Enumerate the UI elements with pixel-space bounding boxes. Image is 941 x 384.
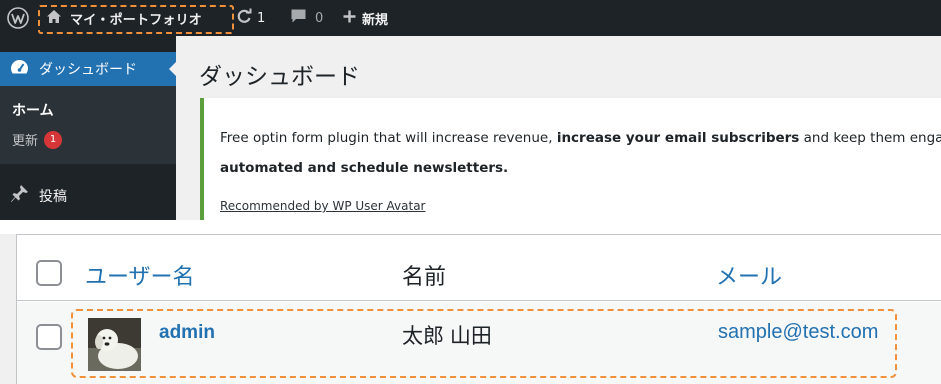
page-title: ダッシュボード [199, 64, 360, 90]
updates-count-badge: 1 [44, 130, 63, 149]
panel-separator [0, 220, 941, 234]
row-checkbox[interactable] [36, 324, 62, 350]
table-header: ユーザー名 名前 メール [17, 235, 941, 301]
submenu-item-home[interactable]: ホーム [12, 100, 54, 120]
pushpin-icon [10, 184, 29, 207]
column-header-name: 名前 [402, 264, 447, 289]
refresh-icon [236, 8, 252, 28]
plugin-notice: Free optin form plugin that will increas… [200, 98, 941, 220]
notice-line-1: Free optin form plugin that will increas… [220, 130, 941, 146]
site-name-highlight-frame [38, 5, 234, 34]
admin-bar: マイ・ポートフォリオ 1 0 新規 [0, 0, 941, 36]
select-all-checkbox[interactable] [36, 260, 62, 286]
updates-link[interactable]: 1 [236, 0, 265, 36]
posts-label: 投稿 [39, 188, 67, 205]
submenu-item-updates[interactable]: 更新 1 [12, 130, 63, 149]
updates-count: 1 [257, 10, 266, 26]
wp-admin-panel: マイ・ポートフォリオ 1 0 新規 ダッシュボード ホーム 更新 1 投稿 ダッ… [0, 0, 941, 220]
column-header-username[interactable]: ユーザー名 [85, 259, 195, 291]
dashboard-label: ダッシュボード [39, 62, 137, 78]
admin-sidebar: ダッシュボード ホーム 更新 1 投稿 [0, 36, 177, 220]
notice-recommended-link[interactable]: Recommended by WP User Avatar [220, 199, 426, 213]
plus-icon [343, 10, 356, 27]
dashboard-gauge-icon [10, 59, 29, 79]
menu-item-dashboard[interactable]: ダッシュボード [0, 52, 177, 86]
dashboard-submenu: ホーム 更新 1 [0, 86, 176, 164]
new-content-label: 新規 [362, 12, 389, 28]
notice-line-2: automated and schedule newsletters. [220, 160, 509, 176]
comment-bubble-icon [290, 8, 307, 28]
notice-text-end: and keep them engaged [803, 130, 941, 146]
user-row-highlight-frame [71, 309, 897, 378]
notice-text-bold: increase your email subscribers [556, 130, 800, 146]
column-header-email[interactable]: メール [716, 259, 782, 291]
new-content-link[interactable]: 新規 [343, 0, 388, 36]
updates-label: 更新 [12, 134, 39, 149]
wordpress-logo-icon[interactable] [0, 0, 36, 36]
menu-item-posts[interactable]: 投稿 [10, 184, 67, 207]
current-menu-arrow [169, 61, 177, 77]
comments-count: 0 [315, 10, 324, 26]
notice-text-start: Free optin form plugin that will increas… [220, 130, 557, 146]
comments-link[interactable]: 0 [290, 0, 323, 36]
